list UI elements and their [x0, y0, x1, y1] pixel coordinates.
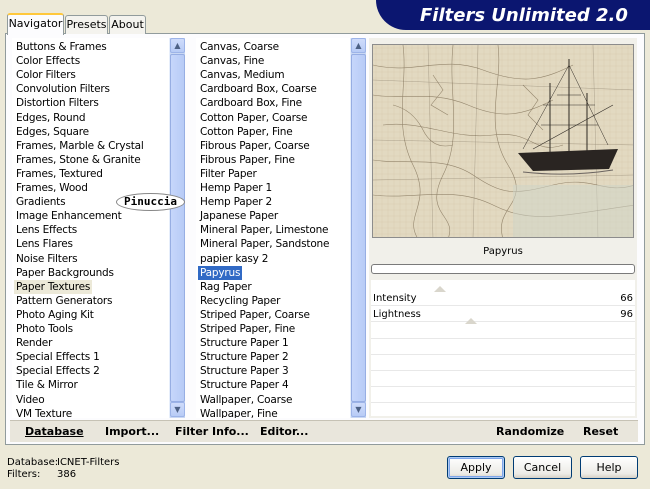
filters-count: 386	[57, 469, 77, 480]
divider	[371, 386, 635, 387]
category-item[interactable]: Frames, Stone & Granite	[14, 153, 142, 167]
param-value: 96	[620, 309, 633, 320]
category-item[interactable]: Pattern Generators	[14, 294, 114, 308]
category-item[interactable]: Special Effects 2	[14, 364, 102, 378]
filter-item[interactable]: Hemp Paper 1	[198, 181, 274, 195]
filter-item[interactable]: Fibrous Paper, Coarse	[198, 139, 311, 153]
tab-presets[interactable]: Presets	[65, 15, 108, 34]
filter-item[interactable]: Canvas, Coarse	[198, 40, 281, 54]
param-label: Lightness	[373, 309, 421, 320]
category-list[interactable]: Buttons & Frames Color Effects Color Filte…	[12, 38, 170, 418]
filter-item[interactable]: Japanese Paper	[198, 209, 280, 223]
filter-item[interactable]: Striped Paper, Coarse	[198, 308, 312, 322]
filter-item[interactable]: Rag Paper	[198, 280, 253, 294]
filter-item[interactable]: Cotton Paper, Coarse	[198, 111, 309, 125]
filter-item[interactable]: Wallpaper, Coarse	[198, 393, 294, 407]
tab-about[interactable]: About	[109, 15, 146, 34]
filter-item[interactable]: Wallpaper, Fine	[198, 407, 280, 418]
slider-thumb-icon[interactable]	[465, 318, 478, 324]
filter-item[interactable]: Cardboard Box, Coarse	[198, 82, 319, 96]
filter-item[interactable]: Hemp Paper 2	[198, 195, 274, 209]
cancel-button[interactable]: Cancel	[513, 456, 572, 479]
divider	[371, 370, 635, 371]
category-item[interactable]: Lens Effects	[14, 223, 79, 237]
param-label: Intensity	[373, 293, 417, 304]
category-item[interactable]: Video	[14, 393, 46, 407]
category-item[interactable]: Lens Flares	[14, 237, 75, 251]
filter-scrollbar[interactable]: ▲ ▼	[350, 38, 366, 418]
filter-item[interactable]: Papyrus	[198, 265, 243, 280]
filter-item[interactable]: Fibrous Paper, Fine	[198, 153, 297, 167]
filter-item[interactable]: Recycling Paper	[198, 294, 282, 308]
filter-item[interactable]: Cotton Paper, Fine	[198, 125, 295, 139]
scroll-up-button[interactable]: ▲	[170, 38, 185, 53]
category-item[interactable]: Convolution Filters	[14, 82, 112, 96]
filter-item[interactable]: Canvas, Fine	[198, 54, 266, 68]
filter-list[interactable]: Canvas, Coarse Canvas, Fine Canvas, Medium…	[196, 38, 351, 418]
filter-item[interactable]: Structure Paper 3	[198, 364, 291, 378]
scroll-thumb[interactable]	[351, 54, 366, 402]
filter-item[interactable]: Cardboard Box, Fine	[198, 96, 304, 110]
scroll-up-button[interactable]: ▲	[351, 38, 366, 53]
category-item[interactable]: VM Texture	[14, 407, 74, 418]
scroll-thumb[interactable]	[170, 54, 185, 402]
category-item[interactable]: Edges, Square	[14, 125, 91, 139]
filter-item[interactable]: Structure Paper 2	[198, 350, 291, 364]
import-button[interactable]: Import...	[105, 424, 159, 440]
category-item[interactable]: Special Effects 1	[14, 350, 102, 364]
watermark-label: Pinuccia	[116, 193, 185, 211]
category-item[interactable]: Edges, Round	[14, 111, 87, 125]
divider	[371, 402, 635, 403]
category-item[interactable]: Color Filters	[14, 68, 78, 82]
filter-item[interactable]: Striped Paper, Fine	[198, 322, 297, 336]
category-item[interactable]: Frames, Textured	[14, 167, 105, 181]
category-item[interactable]: Tile & Mirror	[14, 378, 80, 392]
filter-name-label: Papyrus	[483, 246, 523, 257]
param-lightness[interactable]: Lightness 96	[371, 308, 635, 324]
category-item[interactable]: Paper Backgrounds	[14, 266, 116, 280]
filter-item[interactable]: Structure Paper 4	[198, 378, 291, 392]
param-intensity[interactable]: Intensity 66	[371, 286, 635, 306]
tab-navigator[interactable]: Navigator	[7, 13, 64, 35]
filter-item[interactable]: Filter Paper	[198, 167, 259, 181]
apply-button[interactable]: Apply	[447, 456, 505, 479]
category-item[interactable]: Photo Aging Kit	[14, 308, 96, 322]
filters-label: Filters:	[7, 469, 41, 480]
filter-item[interactable]: Mineral Paper, Sandstone	[198, 237, 331, 251]
category-item[interactable]: Color Effects	[14, 54, 82, 68]
scroll-down-button[interactable]: ▼	[170, 402, 185, 417]
filter-item[interactable]: Structure Paper 1	[198, 336, 291, 350]
randomize-button[interactable]: Randomize	[496, 424, 564, 440]
database-label: Database:	[7, 457, 59, 468]
category-item[interactable]: Distortion Filters	[14, 96, 101, 110]
help-button[interactable]: Help	[580, 456, 638, 479]
category-scrollbar[interactable]: ▲ ▼	[169, 38, 185, 418]
progress-bar	[371, 264, 635, 274]
reset-button[interactable]: Reset	[583, 424, 618, 440]
filter-item[interactable]: Canvas, Medium	[198, 68, 286, 82]
divider	[371, 354, 635, 355]
category-item[interactable]: Frames, Wood	[14, 181, 90, 195]
category-item[interactable]: Photo Tools	[14, 322, 75, 336]
category-item[interactable]: Gradients	[14, 195, 67, 209]
category-item[interactable]: Frames, Marble & Crystal	[14, 139, 146, 153]
database-button[interactable]: Database	[25, 424, 84, 440]
divider	[371, 338, 635, 339]
category-item[interactable]: Buttons & Frames	[14, 40, 109, 54]
param-value: 66	[620, 293, 633, 304]
filter-item[interactable]: Mineral Paper, Limestone	[198, 223, 330, 237]
preview-image	[372, 44, 634, 238]
slider-thumb-icon[interactable]	[433, 286, 446, 292]
category-item[interactable]: Render	[14, 336, 54, 350]
category-item[interactable]: Image Enhancement	[14, 209, 124, 223]
database-value: ICNET-Filters	[57, 457, 120, 468]
scroll-down-button[interactable]: ▼	[351, 402, 366, 417]
filter-item[interactable]: papier kasy 2	[198, 252, 270, 266]
filter-info-button[interactable]: Filter Info...	[175, 424, 249, 440]
map-ship-icon	[373, 45, 633, 237]
app-title: Filters Unlimited 2.0	[420, 5, 628, 26]
editor-button[interactable]: Editor...	[260, 424, 308, 440]
category-item[interactable]: Noise Filters	[14, 252, 79, 266]
category-item[interactable]: Paper Textures	[14, 279, 93, 294]
